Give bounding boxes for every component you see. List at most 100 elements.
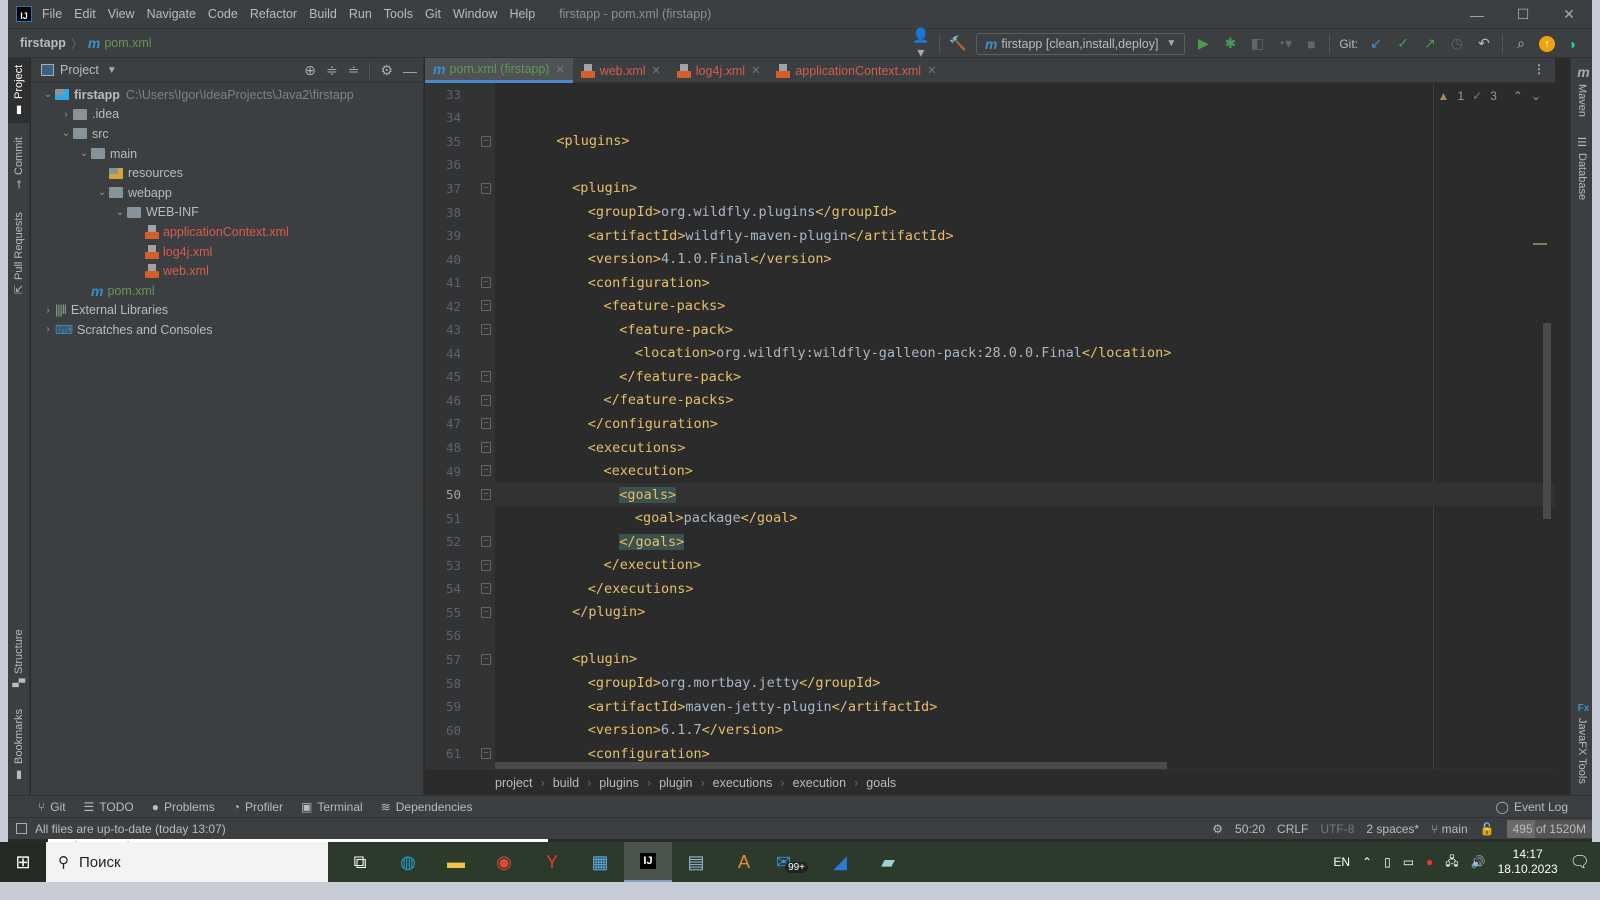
clock[interactable]: 14:17 18.10.2023 [1498, 847, 1558, 877]
taskbar-control-panel[interactable]: ▦ [576, 842, 624, 882]
horizontal-scrollbar[interactable] [495, 762, 1167, 769]
taskbar-mail[interactable]: ✉ 99+ [768, 842, 816, 882]
taskbar-wordpad[interactable]: A [720, 842, 768, 882]
stripe-structure[interactable]: ▚ Structure [8, 623, 30, 693]
menu-window[interactable]: Window [453, 7, 497, 21]
tab-pom-xml[interactable]: m pom.xml (firstapp) ✕ [425, 58, 573, 83]
close-tab-icon[interactable]: ✕ [927, 64, 936, 77]
tab-web-xml[interactable]: web.xml ✕ [573, 58, 669, 83]
close-button[interactable]: ✕ [1546, 0, 1592, 29]
tree-item-web-inf[interactable]: ⌄ WEB-INF [31, 203, 423, 223]
breadcrumb-plugins[interactable]: plugins [599, 776, 639, 790]
tree-item-log4j-xml[interactable]: log4j.xml [31, 242, 423, 262]
inspection-widget[interactable]: ▲ 1 ✓ 3 ⌃ ⌄ [1438, 89, 1541, 103]
breadcrumb-goals[interactable]: goals [866, 776, 896, 790]
stripe-project[interactable]: ▮ Project [8, 58, 30, 123]
breadcrumb-build[interactable]: build [553, 776, 579, 790]
chevron-down-icon[interactable]: ⌄ [59, 128, 73, 139]
git-history-icon[interactable]: ◷ [1448, 35, 1466, 52]
menu-git[interactable]: Git [425, 7, 441, 21]
chevron-right-icon[interactable]: › [41, 305, 55, 316]
taskbar-notepad-app[interactable]: ▰ [864, 842, 912, 882]
taskbar-edge[interactable]: ◍ [384, 842, 432, 882]
taskbar-app-blue[interactable]: ◢ [816, 842, 864, 882]
breadcrumb-executions[interactable]: executions [713, 776, 773, 790]
chevron-down-icon[interactable]: ⌄ [95, 187, 109, 198]
fold-collapse-icon[interactable]: − [481, 653, 491, 665]
maximize-button[interactable]: ☐ [1500, 0, 1546, 29]
taskbar-chrome[interactable]: ◉ [480, 842, 528, 882]
taskbar-search[interactable]: ⚲ Поиск [46, 842, 328, 882]
tree-item-applicationcontext-xml[interactable]: applicationContext.xml [31, 222, 423, 242]
tree-item-scratches-and-consoles[interactable]: › ⌨ Scratches and Consoles [31, 320, 423, 340]
fold-collapse-icon[interactable]: − [481, 300, 491, 312]
stripe-maven[interactable]: m Maven [1571, 64, 1593, 117]
fold-collapse-icon[interactable]: − [481, 135, 491, 147]
git-branch-widget[interactable]: ⑂ main [1431, 822, 1468, 836]
tree-item-pom-xml[interactable]: m pom.xml [31, 281, 423, 301]
taskbar-yandex-browser[interactable]: Y [528, 842, 576, 882]
taskbar-calculator[interactable]: ▤ [672, 842, 720, 882]
coverage-icon[interactable]: ◧ [1248, 35, 1266, 52]
chevron-down-icon[interactable]: ▼ [107, 65, 117, 76]
menu-edit[interactable]: Edit [74, 7, 96, 21]
gear-icon[interactable]: ⚙ [380, 62, 393, 79]
expand-all-icon[interactable]: ≑ [326, 62, 338, 79]
previous-highlight-icon[interactable]: ⌃ [1513, 89, 1523, 103]
file-encoding[interactable]: UTF-8 [1320, 822, 1354, 836]
fold-collapse-icon[interactable]: − [481, 441, 491, 453]
git-commit-icon[interactable]: ✓ [1394, 35, 1412, 52]
project-view-select[interactable]: Project [60, 63, 99, 77]
device-icon[interactable]: ▯ [1384, 855, 1391, 869]
tree-item--idea[interactable]: › .idea [31, 105, 423, 125]
run-icon[interactable]: ▶ [1194, 35, 1212, 52]
tool-window-terminal[interactable]: ▣ Terminal [301, 800, 363, 814]
fold-collapse-icon[interactable]: − [481, 747, 491, 759]
chevron-down-icon[interactable]: ⌄ [113, 207, 127, 218]
stripe-database[interactable]: ☰ Database [1571, 136, 1593, 200]
nav-project[interactable]: firstapp [20, 36, 66, 50]
event-log-button[interactable]: ◯ Event Log [1496, 796, 1568, 818]
profile-icon[interactable]: ◔▾ [1275, 35, 1293, 52]
language-indicator[interactable]: EN [1333, 855, 1350, 869]
tree-item-resources[interactable]: resources [31, 163, 423, 183]
tab-log4j-xml[interactable]: log4j.xml ✕ [669, 58, 769, 83]
chevron-right-icon[interactable]: › [41, 324, 55, 335]
fold-end-icon[interactable]: − [481, 418, 491, 430]
warning-stripe-marker[interactable] [1533, 243, 1547, 245]
code-with-me-icon[interactable]: ◗ [1564, 36, 1582, 52]
menu-help[interactable]: Help [509, 7, 535, 21]
menu-code[interactable]: Code [208, 7, 238, 21]
locate-file-icon[interactable]: ⊕ [304, 62, 316, 79]
code-editor[interactable]: 33 34 35 − <plugins> 36 37 − <plugin> 38 <groupId>… [425, 83, 1555, 769]
hide-panel-icon[interactable]: — [403, 63, 417, 79]
fold-collapse-icon[interactable]: − [481, 465, 491, 477]
breadcrumb-plugin[interactable]: plugin [659, 776, 692, 790]
tree-item-external-libraries[interactable]: › |||‖ External Libraries [31, 301, 423, 321]
battery-icon[interactable]: ▭ [1403, 855, 1414, 869]
menu-view[interactable]: View [108, 7, 135, 21]
fold-end-icon[interactable]: − [481, 535, 491, 547]
close-tab-icon[interactable]: ✕ [555, 63, 564, 76]
indent-setting[interactable]: 2 spaces* [1366, 822, 1419, 836]
tool-window-dependencies[interactable]: ≋ Dependencies [381, 800, 473, 814]
chevron-right-icon[interactable]: › [59, 109, 73, 120]
update-icon[interactable]: ↑ [1539, 35, 1555, 52]
tree-item-main[interactable]: ⌄ main [31, 144, 423, 164]
menu-run[interactable]: Run [349, 7, 372, 21]
show-hidden-icons-icon[interactable]: ⌃ [1362, 855, 1372, 869]
read-only-lock-icon[interactable]: 🔓 [1480, 822, 1495, 836]
chevron-down-icon[interactable]: ⌄ [41, 89, 55, 100]
git-update-icon[interactable]: ↙ [1367, 35, 1385, 52]
tool-window-problems[interactable]: ● Problems [152, 800, 215, 814]
nav-file[interactable]: pom.xml [104, 36, 151, 50]
git-push-icon[interactable]: ↗ [1421, 35, 1439, 52]
vertical-scrollbar[interactable] [1543, 323, 1551, 519]
search-icon[interactable]: ⌕ [1512, 35, 1530, 52]
tool-window-git[interactable]: ⑂ Git [38, 800, 66, 814]
volume-icon[interactable]: 🔊 [1471, 855, 1486, 869]
build-hammer-icon[interactable]: 🔨 [949, 35, 967, 52]
line-separator[interactable]: CRLF [1277, 822, 1308, 836]
app-tray-icon[interactable]: ● [1426, 855, 1433, 869]
stop-icon[interactable]: ■ [1302, 36, 1320, 52]
